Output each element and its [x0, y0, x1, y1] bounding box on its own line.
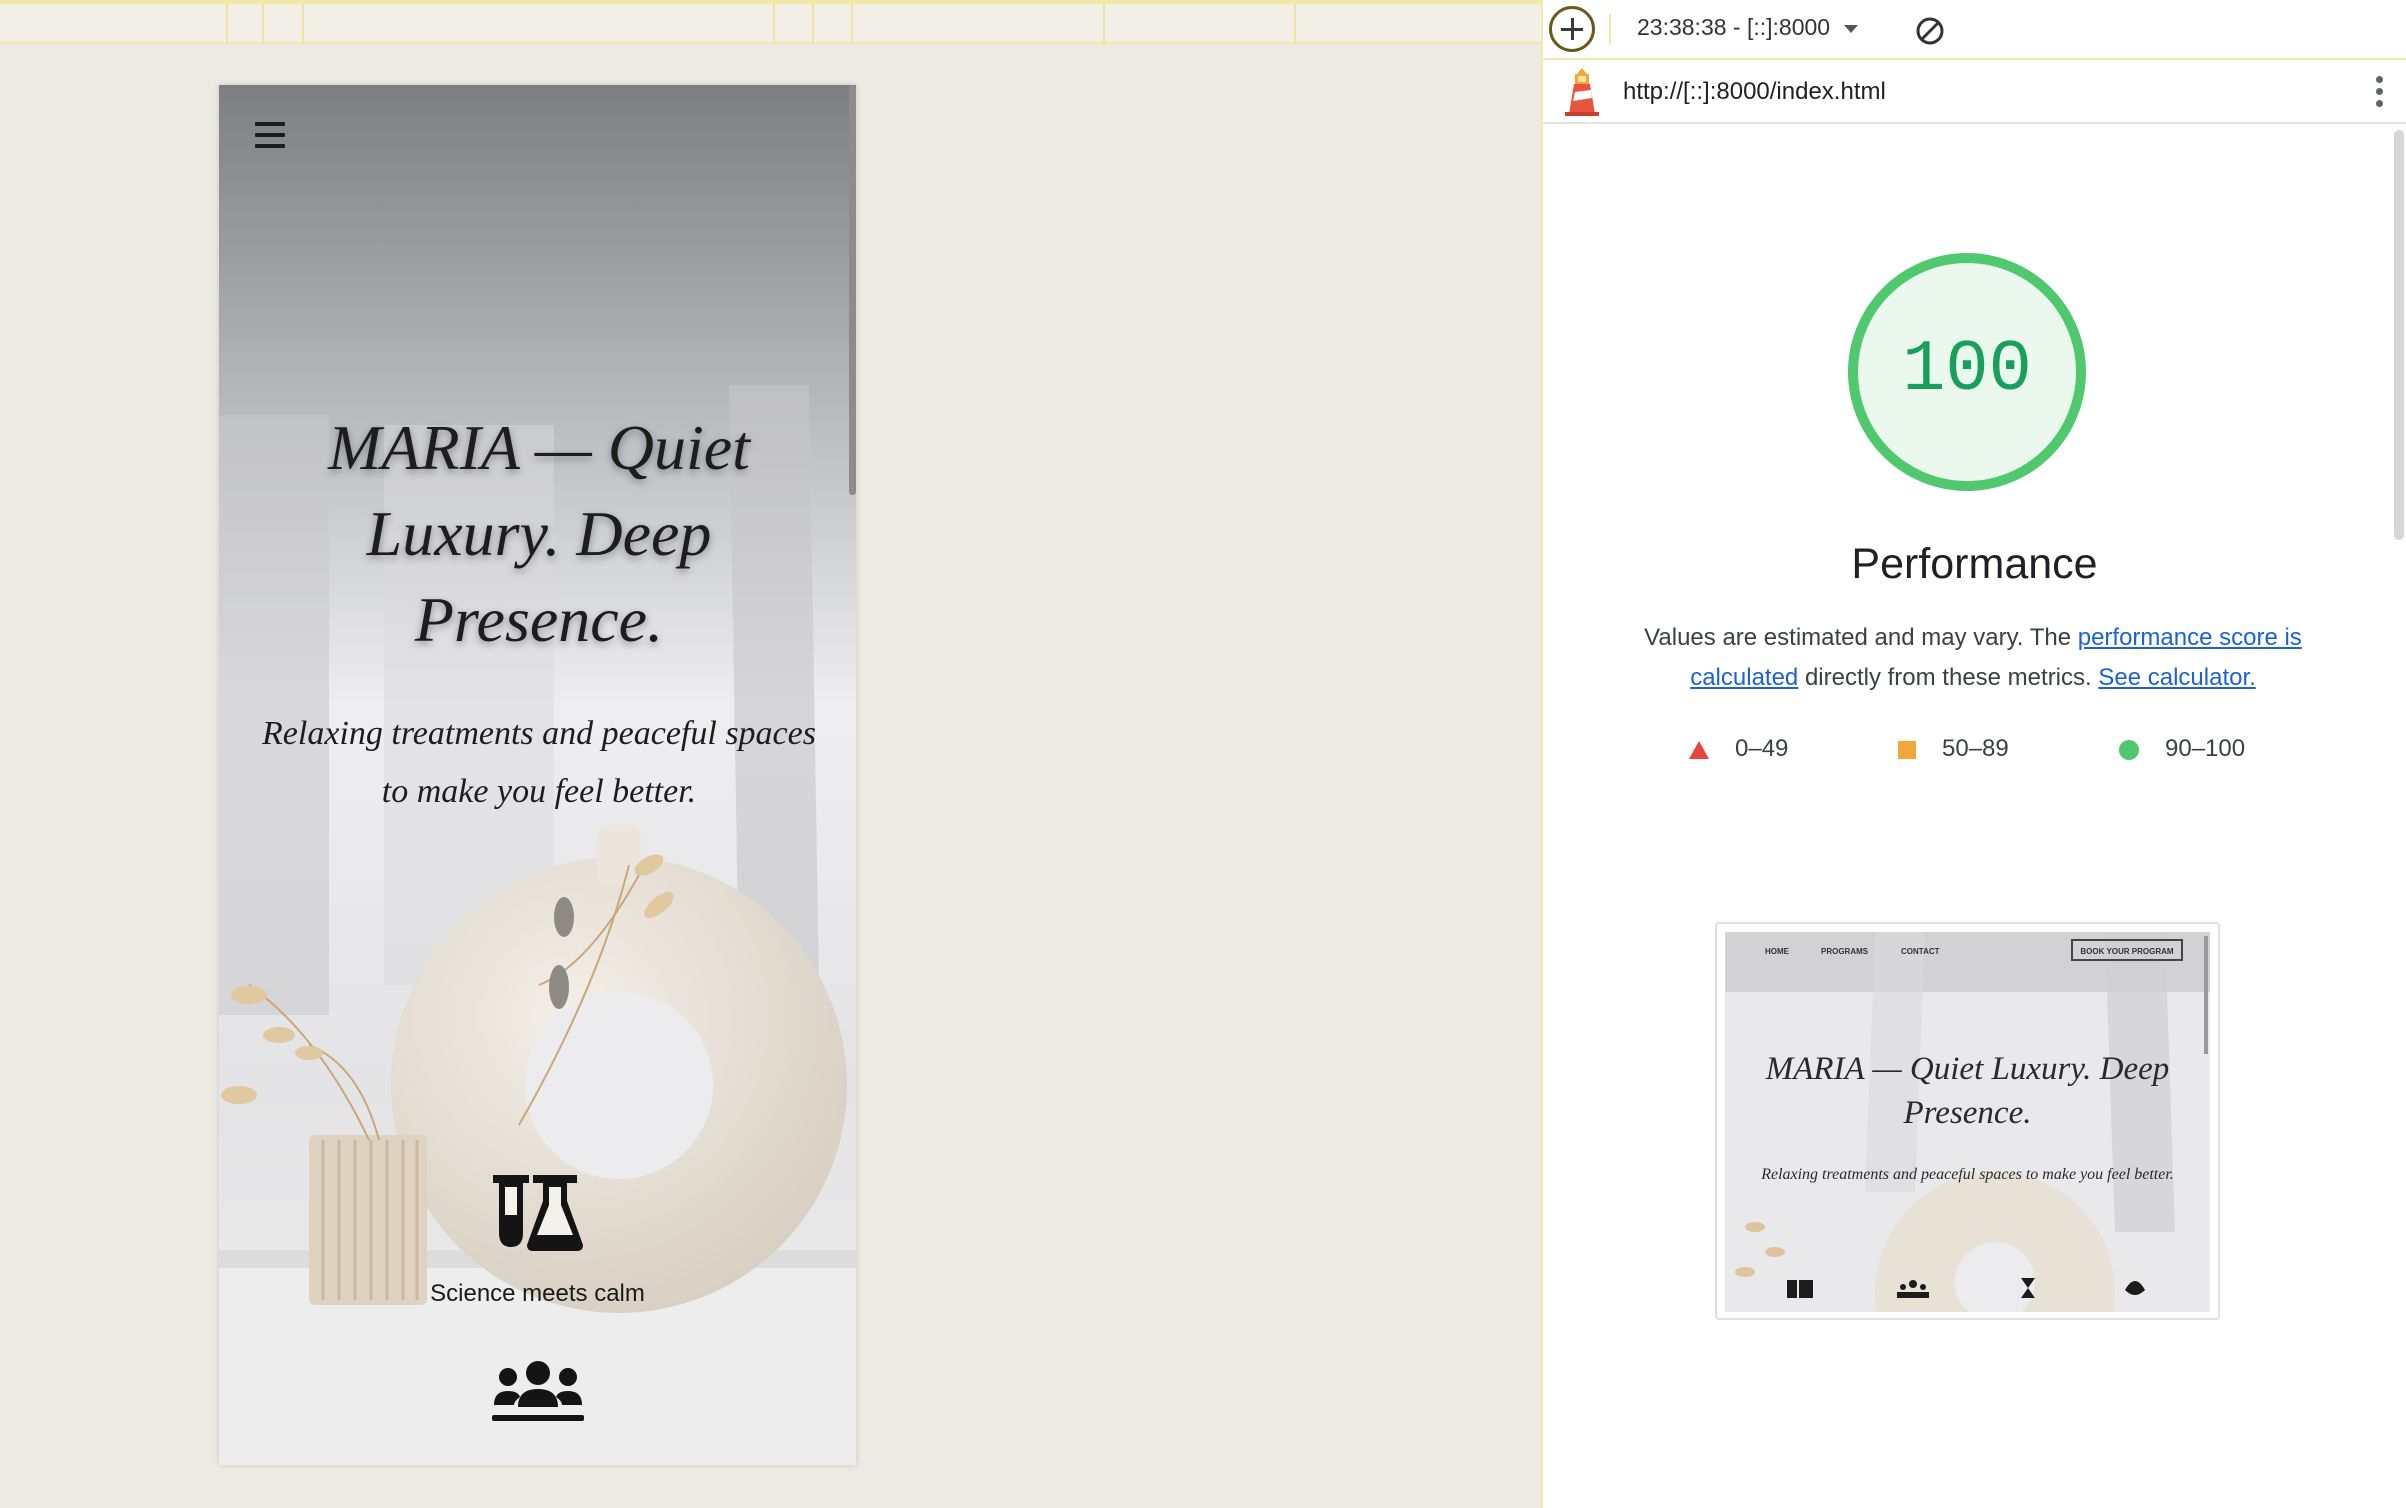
thumbnail-title: MARIA — Quiet Luxury. Deep Presence. [1765, 1051, 2170, 1131]
ruler-tick [773, 4, 775, 44]
people-group-icon [492, 1361, 584, 1421]
legend-item-pass: 90–100 [2119, 735, 2245, 767]
thumbnail-content: HOME PROGRAMS CONTACT BOOK YOUR PROGRAM … [1725, 932, 2210, 1312]
thumbnail-book-button: BOOK YOUR PROGRAM [2071, 939, 2183, 961]
category-title: Performance [1851, 540, 2098, 588]
legend-item-average: 50–89 [1898, 735, 2009, 767]
report-selector-label: 23:38:38 - [::]:8000 [1637, 14, 1831, 40]
ruler-tick [851, 4, 853, 44]
ruler-tick [1294, 4, 1296, 44]
hamburger-menu-button[interactable] [255, 115, 295, 155]
feature-label: Science meets calm [430, 1280, 645, 1307]
lighthouse-toolbar: 23:38:38 - [::]:8000 [1543, 0, 2406, 60]
thumbnail-scrollbar [2204, 936, 2208, 1054]
final-screenshot-thumbnail[interactable]: HOME PROGRAMS CONTACT BOOK YOUR PROGRAM … [1715, 922, 2220, 1320]
ruler-tick [262, 4, 264, 44]
panel-scrollbar[interactable] [2394, 130, 2404, 540]
ruler-tick [226, 4, 228, 44]
ruler-tick [1103, 4, 1105, 44]
flask-icon [493, 1175, 583, 1251]
thumbnail-subtitle: Relaxing treatments and peaceful spaces … [1761, 1166, 2174, 1183]
hero-title: MARIA — Quiet Luxury. Deep Presence. [328, 412, 750, 655]
see-calculator-link[interactable]: See calculator. [2098, 664, 2255, 691]
thumbnail-nav-contact: CONTACT [1901, 947, 1940, 956]
legend-label: 0–49 [1735, 735, 1789, 762]
legend-item-fail: 0–49 [1689, 735, 1788, 767]
circle-icon [2119, 739, 2139, 760]
performance-score: 100 [1902, 329, 2032, 411]
ruler-tick [812, 4, 814, 44]
score-description: Values are estimated and may vary. The p… [1613, 618, 2333, 698]
ruler-tick [302, 4, 304, 44]
description-text: Values are estimated and may vary. The [1644, 624, 2078, 651]
thumbnail-nav-programs: PROGRAMS [1821, 947, 1869, 956]
legend-label: 90–100 [2165, 735, 2246, 762]
hero-subtitle: Relaxing treatments and peaceful spaces … [262, 715, 816, 810]
lighthouse-panel: 23:38:38 - [::]:8000 http://[::]:8000/in… [1541, 0, 2406, 1508]
triangle-icon [1689, 740, 1709, 759]
viewport-scrollbar[interactable] [849, 85, 856, 495]
toolbar-divider [1609, 14, 1611, 44]
mobile-viewport[interactable]: MARIA — Quiet Luxury. Deep Presence. Rel… [219, 85, 856, 1465]
square-icon [1898, 740, 1916, 759]
thumbnail-nav-home: HOME [1765, 947, 1789, 956]
new-report-button[interactable] [1549, 6, 1595, 52]
report-url: http://[::]:8000/index.html [1623, 78, 1886, 105]
ruler-strip [0, 0, 1541, 44]
more-options-icon[interactable] [2374, 76, 2386, 110]
report-selector[interactable]: 23:38:38 - [::]:8000 [1637, 14, 1859, 46]
legend-label: 50–89 [1942, 735, 2009, 762]
description-text: directly from these metrics. [1798, 664, 2099, 691]
report-url-bar: http://[::]:8000/index.html [1543, 60, 2406, 124]
chevron-down-icon [1844, 24, 1859, 33]
lighthouse-logo-icon [1565, 68, 1599, 116]
clear-reports-icon[interactable] [1915, 16, 1945, 46]
